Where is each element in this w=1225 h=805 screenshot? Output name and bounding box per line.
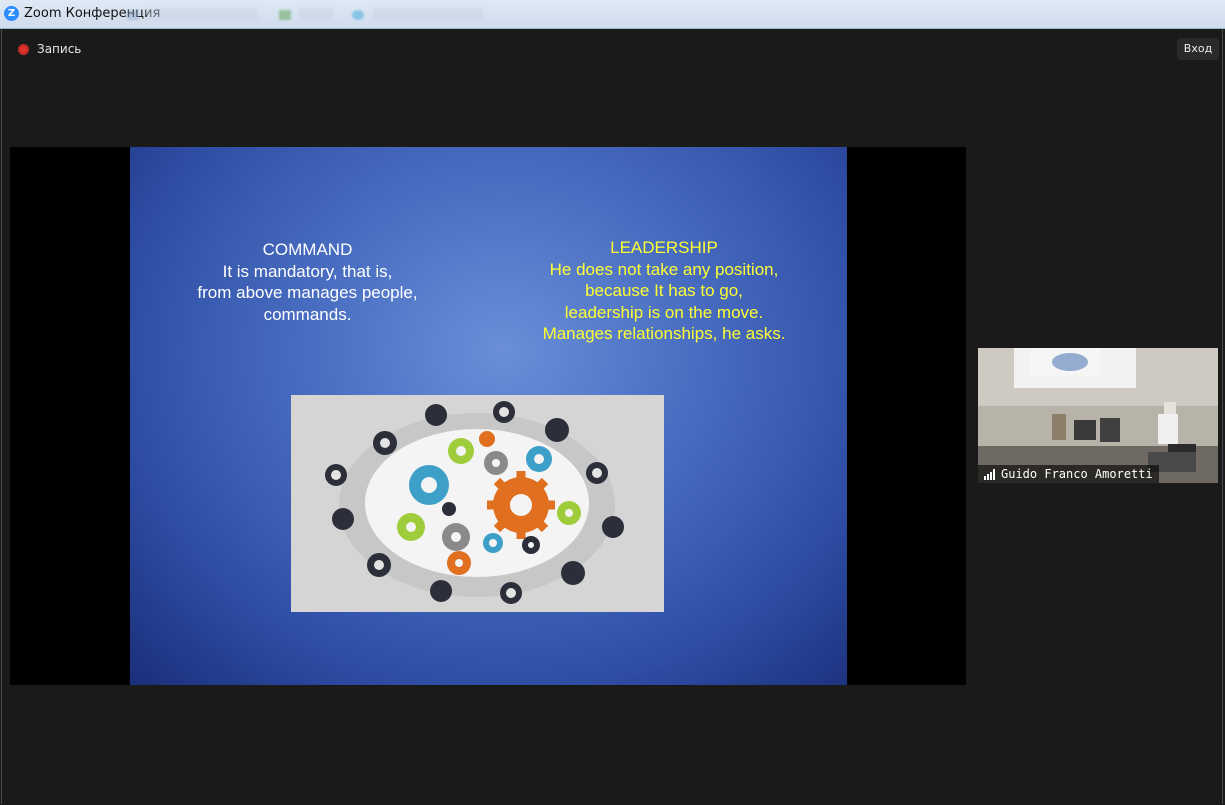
leadership-column: LEADERSHIP He does not take any position… — [519, 237, 809, 345]
ghost-tab-icon — [352, 10, 364, 20]
title-bar: Z Zoom Конференция — [0, 0, 1225, 29]
recording-label: Запись — [37, 42, 82, 56]
leadership-line: He does not take any position, — [549, 259, 779, 279]
ghost-tab — [373, 8, 483, 20]
leadership-line: Manages relationships, he asks. — [542, 324, 786, 343]
meeting-window: Запись Вход COMMAND It is mandatory, tha… — [1, 29, 1223, 804]
enter-button[interactable]: Вход — [1177, 38, 1219, 60]
record-icon — [18, 43, 29, 55]
command-heading: COMMAND — [262, 240, 353, 259]
window-title: Zoom Конференция — [24, 6, 161, 21]
participant-name-bar: Guido Franco Amoretti — [978, 465, 1159, 483]
leadership-line: leadership is on the move. — [564, 302, 764, 322]
ghost-tab-icon — [279, 10, 291, 20]
presentation-slide: COMMAND It is mandatory, that is, from a… — [130, 147, 847, 685]
leadership-heading: LEADERSHIP — [610, 238, 718, 257]
leadership-line: because It has to go, — [585, 281, 743, 300]
ghost-tab — [299, 8, 333, 20]
zoom-icon: Z — [4, 6, 19, 21]
recording-indicator[interactable]: Запись — [18, 42, 81, 56]
command-line: from above manages people, — [197, 283, 418, 302]
command-column: COMMAND It is mandatory, that is, from a… — [170, 239, 445, 325]
command-line: commands. — [263, 304, 352, 324]
screen-share-area: COMMAND It is mandatory, that is, from a… — [10, 147, 966, 685]
signal-bars-icon — [984, 468, 995, 480]
people-around-table-with-gears-image — [291, 395, 664, 612]
participant-video-tile[interactable]: Guido Franco Amoretti — [978, 348, 1218, 483]
command-line: It is mandatory, that is, — [222, 261, 393, 281]
participant-name: Guido Franco Amoretti — [1001, 467, 1153, 481]
ghost-tab-icon — [127, 10, 139, 20]
ghost-tab — [146, 8, 258, 20]
